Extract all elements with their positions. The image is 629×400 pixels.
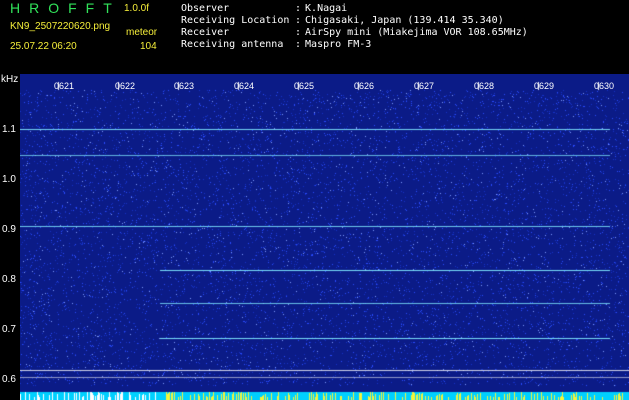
- datetime-label: 25.07.22 06:20: [10, 41, 77, 52]
- meta-key: Receiving antenna: [181, 39, 284, 50]
- version-label: 1.0.0f: [124, 3, 150, 14]
- x-tick-label: 0625: [294, 81, 315, 91]
- x-tick-label: 0621: [54, 81, 75, 91]
- x-tick-label: 0628: [474, 81, 495, 91]
- meta-value: AirSpy mini (Miakejima VOR 108.65MHz): [305, 27, 528, 38]
- y-tick-label: 0.6: [2, 374, 16, 385]
- count-label: 104: [140, 41, 157, 52]
- meta-key: Receiver: [181, 27, 230, 38]
- x-tick-label: 0622: [115, 81, 136, 91]
- y-tick-label: 1.1: [2, 124, 16, 135]
- meta-value: K.Nagai: [305, 3, 348, 14]
- header: HROFFT 1.0.0f KN9_2507220620.png meteor …: [0, 0, 629, 74]
- meta-row-receiver: Receiver: AirSpy mini (Miakejima VOR 108.…: [181, 27, 528, 38]
- x-tick-label: 0627: [414, 81, 435, 91]
- y-tick-label: 0.7: [2, 324, 16, 335]
- x-tick-label: 0626: [354, 81, 375, 91]
- spectrogram-canvas: [20, 74, 629, 400]
- hrofft-window: HROFFT 1.0.0f KN9_2507220620.png meteor …: [0, 0, 629, 400]
- meta-row-antenna: Receiving antenna: Maspro FM-3: [181, 39, 372, 50]
- meta-value: Chigasaki, Japan (139.414 35.340): [305, 15, 504, 26]
- metadata-panel: Observer: K.Nagai Receiving Location: Chig…: [181, 3, 528, 51]
- app-logo: HROFFT: [10, 0, 121, 16]
- y-tick-label: 0.8: [2, 274, 16, 285]
- y-tick-label: 1.0: [2, 174, 16, 185]
- x-tick-label: 0623: [174, 81, 195, 91]
- filename-label: KN9_2507220620.png: [10, 21, 111, 32]
- x-tick-label: 0630: [594, 81, 615, 91]
- x-tick-label: 0624: [234, 81, 255, 91]
- meta-row-observer: Observer: K.Nagai: [181, 3, 348, 14]
- y-axis-unit: kHz: [1, 74, 19, 85]
- meta-value: Maspro FM-3: [305, 39, 372, 50]
- x-tick-label: 0629: [534, 81, 555, 91]
- spectrogram-area: kHz 1.1 1.0 0.9 0.8 0.7 0.6 0621 0622 06…: [0, 74, 629, 400]
- y-tick-label: 0.9: [2, 224, 16, 235]
- meta-key: Observer: [181, 3, 230, 14]
- meta-row-location: Receiving Location: Chigasaki, Japan (139…: [181, 15, 504, 26]
- meta-key: Receiving Location: [181, 15, 290, 26]
- station-label: meteor: [126, 27, 158, 38]
